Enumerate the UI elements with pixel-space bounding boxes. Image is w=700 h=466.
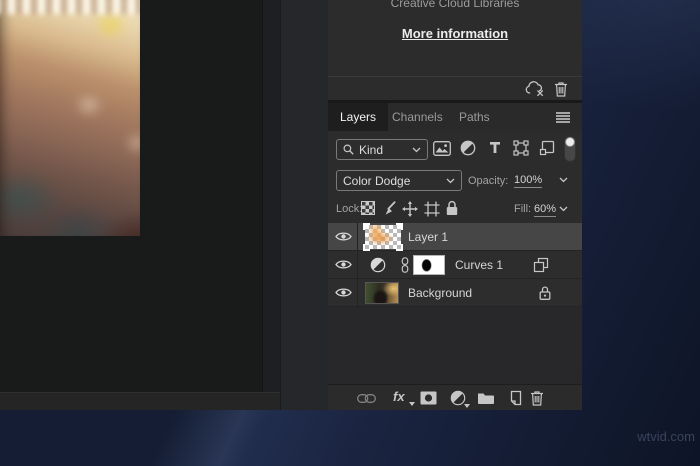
new-layer-icon[interactable]	[507, 390, 522, 406]
canvas-photo	[0, 0, 140, 236]
chevron-down-icon[interactable]	[559, 206, 568, 212]
shape-filter-icon[interactable]	[513, 140, 529, 156]
filter-row: Kind	[328, 131, 582, 167]
blend-mode-value: Color Dodge	[343, 173, 411, 188]
libraries-toolbar	[328, 76, 582, 100]
library-sync-error-icon[interactable]	[524, 81, 545, 97]
tab-channels[interactable]: Channels	[392, 103, 450, 131]
fill-value[interactable]: 60%	[534, 203, 557, 217]
lock-artboard-icon[interactable]	[424, 201, 440, 217]
divider	[357, 223, 358, 251]
panel-dock-background	[280, 0, 328, 410]
selection-bracket	[363, 244, 370, 251]
chevron-down-icon	[412, 147, 421, 153]
eye-icon[interactable]	[335, 287, 352, 298]
fill-label: Fill:	[514, 203, 532, 215]
delete-layer-trash-icon[interactable]	[530, 390, 544, 406]
adjustment-layer-icon[interactable]	[370, 257, 386, 273]
lock-transparency-icon[interactable]	[361, 201, 375, 215]
layer-row-layer1[interactable]: Layer 1	[328, 223, 582, 251]
layer-name[interactable]: Curves 1	[455, 258, 503, 272]
document-canvas[interactable]	[0, 0, 262, 392]
pixel-filter-icon[interactable]	[433, 141, 451, 156]
libraries-title: Creative Cloud Libraries	[390, 0, 520, 10]
filter-kind-label: Kind	[359, 142, 384, 157]
filter-toggle-icon[interactable]	[564, 136, 576, 162]
libraries-section: Creative Cloud Libraries More informatio…	[328, 0, 582, 100]
panel-menu-icon[interactable]	[556, 112, 570, 123]
layer-name[interactable]: Background	[408, 286, 472, 300]
more-information-link[interactable]: More information	[328, 26, 582, 41]
background-lock-icon[interactable]	[538, 285, 552, 301]
selection-bracket	[363, 223, 370, 230]
tab-layers[interactable]: Layers	[328, 103, 388, 131]
tab-paths[interactable]: Paths	[459, 103, 499, 131]
layer-list-empty-area[interactable]	[328, 307, 582, 384]
filter-kind-dropdown[interactable]: Kind	[336, 139, 428, 160]
watermark-text: wtvid.com	[637, 429, 695, 444]
smart-object-filter-icon[interactable]	[539, 140, 555, 156]
curves-mask-thumbnail[interactable]	[413, 255, 445, 275]
photo-paint	[0, 0, 140, 236]
type-filter-icon[interactable]	[488, 140, 502, 155]
adjustment-menu-arrow-icon	[464, 404, 470, 408]
layers-bottom-toolbar: fx	[328, 384, 582, 410]
eye-icon[interactable]	[335, 259, 352, 270]
background-thumbnail[interactable]	[365, 282, 399, 304]
opacity-label: Opacity:	[468, 175, 509, 187]
opacity-value[interactable]: 100%	[514, 174, 543, 188]
blend-mode-dropdown[interactable]: Color Dodge	[336, 170, 462, 191]
lock-row: Lock: Fill: 60%	[328, 196, 582, 223]
photoshop-window: Creative Cloud Libraries More informatio…	[0, 0, 582, 410]
search-icon	[343, 144, 354, 155]
layer-name[interactable]: Layer 1	[408, 230, 448, 244]
trash-icon[interactable]	[554, 81, 568, 97]
document-scrollbar-track[interactable]	[262, 0, 280, 392]
panel-tab-bar: Layers Channels Paths	[328, 103, 582, 131]
selection-bracket	[396, 223, 403, 230]
mask-link-icon[interactable]	[401, 257, 409, 273]
clip-squares-icon[interactable]	[533, 257, 549, 273]
divider	[357, 279, 358, 307]
filter-toggle-knob	[565, 137, 575, 147]
blend-mode-row: Color Dodge Opacity: 100%	[328, 167, 582, 196]
divider	[357, 251, 358, 279]
layer-list: Layer 1 Curves 1 Background	[328, 223, 582, 307]
add-mask-icon[interactable]	[420, 391, 437, 405]
lock-all-icon[interactable]	[445, 200, 459, 216]
link-layers-icon[interactable]	[357, 394, 376, 403]
chevron-down-icon[interactable]	[559, 177, 568, 183]
eye-icon[interactable]	[335, 231, 352, 242]
chevron-down-icon	[446, 178, 455, 184]
lock-label: Lock:	[336, 203, 363, 215]
layer-row-background[interactable]: Background	[328, 279, 582, 307]
lock-paint-icon[interactable]	[381, 201, 396, 216]
layer-style-fx-button[interactable]: fx	[393, 389, 405, 404]
fx-menu-arrow-icon	[409, 402, 415, 406]
desktop: Creative Cloud Libraries More informatio…	[0, 0, 700, 466]
selection-bracket	[396, 244, 403, 251]
adjustment-filter-icon[interactable]	[460, 140, 476, 156]
new-group-folder-icon[interactable]	[477, 391, 495, 405]
document-status-bar	[0, 392, 280, 410]
photo-bokeh-lights	[0, 0, 140, 14]
layer1-thumbnail[interactable]	[363, 223, 403, 251]
layer-row-curves1[interactable]: Curves 1	[328, 251, 582, 279]
lock-position-icon[interactable]	[402, 201, 418, 217]
layers-panel: Creative Cloud Libraries More informatio…	[328, 0, 582, 410]
